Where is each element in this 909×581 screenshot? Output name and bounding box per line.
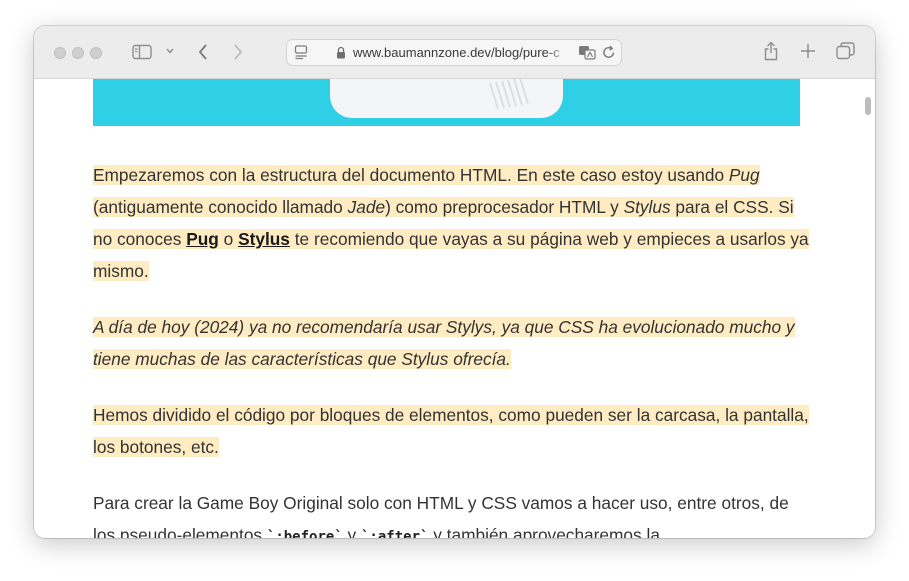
scrollbar-thumb[interactable]	[865, 97, 871, 115]
minimize-window-button[interactable]	[72, 47, 84, 59]
paragraph-blocks: Hemos dividido el código por bloques de …	[93, 399, 813, 463]
intro-text-2: (antiguamente conocido llamado	[93, 197, 348, 217]
code-after: `:after`	[361, 529, 429, 538]
zoom-window-button[interactable]	[90, 47, 102, 59]
intro-text-1: Empezaremos con la estructura del docume…	[93, 165, 729, 185]
intro-stylus-italic: Stylus	[623, 197, 671, 217]
new-tab-icon[interactable]	[800, 43, 816, 63]
gameboy-text-2: y	[342, 525, 361, 538]
note-text: A día de hoy (2024) ya no recomendaría u…	[93, 317, 795, 369]
paragraph-gameboy: Para crear la Game Boy Original solo con…	[93, 487, 813, 538]
hero-image	[93, 79, 800, 126]
tab-overview-icon[interactable]	[836, 42, 855, 64]
gameboy-text-3: y también aprovecharemos la	[428, 525, 660, 538]
forward-icon[interactable]	[232, 43, 244, 65]
back-icon[interactable]	[197, 43, 209, 65]
intro-pug-italic: Pug	[728, 165, 760, 185]
page-menu-icon[interactable]	[294, 45, 308, 64]
page-content: Empezaremos con la estructura del docume…	[34, 79, 875, 538]
chevron-down-icon[interactable]	[165, 45, 175, 61]
url-fade	[545, 42, 571, 62]
paragraph-intro: Empezaremos con la estructura del docume…	[93, 159, 813, 287]
translate-icon[interactable]	[578, 45, 596, 64]
intro-text-3: ) como preprocesador HTML y	[385, 197, 624, 217]
intro-text-5: o	[218, 229, 239, 249]
hero-image-detail	[489, 79, 529, 110]
lock-icon	[336, 46, 346, 63]
url-text[interactable]: www.baumannzone.dev/blog/pure-c	[353, 45, 569, 60]
address-bar[interactable]: www.baumannzone.dev/blog/pure-c	[286, 39, 622, 66]
hero-image-device	[330, 79, 563, 118]
pug-link[interactable]: Pug	[186, 229, 219, 249]
share-icon[interactable]	[763, 41, 779, 65]
stylus-link[interactable]: Stylus	[238, 229, 290, 249]
paragraph-note: A día de hoy (2024) ya no recomendaría u…	[93, 311, 813, 375]
browser-toolbar: www.baumannzone.dev/blog/pure-c	[34, 26, 875, 79]
browser-window: www.baumannzone.dev/blog/pure-c Empezare…	[34, 26, 875, 538]
intro-jade-italic: Jade	[347, 197, 386, 217]
reload-icon[interactable]	[602, 45, 616, 64]
code-before: `:before`	[266, 529, 343, 538]
sidebar-toggle-icon[interactable]	[132, 44, 152, 64]
blocks-text: Hemos dividido el código por bloques de …	[93, 405, 809, 457]
close-window-button[interactable]	[54, 47, 66, 59]
